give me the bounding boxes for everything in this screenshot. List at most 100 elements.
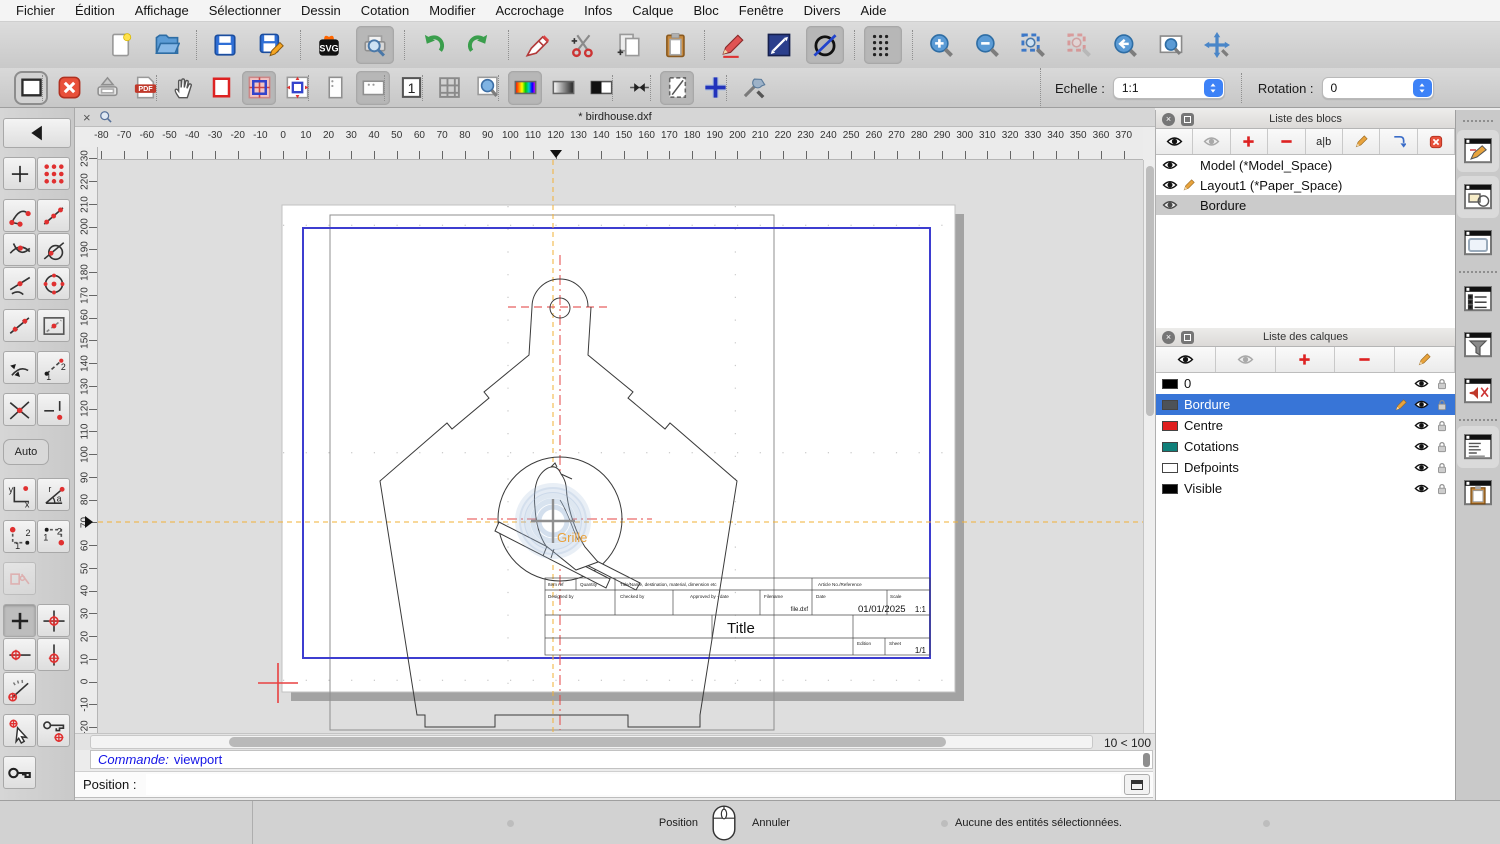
coordinates-polar-button[interactable] <box>37 478 70 511</box>
edit-pen-button[interactable] <box>704 26 752 64</box>
show-all-layers-button[interactable] <box>1156 347 1216 372</box>
restrict-vertical-button[interactable] <box>37 638 70 671</box>
layer-row[interactable]: Bordure <box>1156 394 1455 415</box>
draft-mode-button[interactable] <box>650 70 694 105</box>
add-block-button[interactable] <box>1230 129 1269 154</box>
pan-zoom-button[interactable] <box>1198 26 1236 64</box>
layer-row[interactable]: Defpoints <box>1156 457 1455 478</box>
menu-item[interactable]: Calque <box>622 0 683 22</box>
snap-perpendicular-button[interactable] <box>37 393 70 426</box>
menu-item[interactable]: Fichier <box>6 0 65 22</box>
menu-item[interactable]: Modifier <box>419 0 485 22</box>
stepper-updown-icon[interactable] <box>1412 79 1432 97</box>
layer-color-swatch[interactable] <box>1162 441 1178 452</box>
hide-all-blocks-button[interactable] <box>1193 129 1231 154</box>
lock-icon[interactable] <box>1435 398 1449 412</box>
visibility-eye-icon[interactable] <box>1162 197 1178 213</box>
remove-block-button[interactable] <box>1268 129 1306 154</box>
snap-on-entity-button[interactable] <box>37 199 70 232</box>
grayscale-mode-button[interactable] <box>546 71 580 105</box>
command-line[interactable]: Commande: viewport <box>90 750 1153 769</box>
restrict-nothing-button[interactable] <box>3 604 36 637</box>
remove-layer-button[interactable] <box>1335 347 1396 372</box>
menu-item[interactable]: Infos <box>574 0 622 22</box>
menu-item[interactable]: Édition <box>65 0 125 22</box>
layer-row[interactable]: Visible <box>1156 478 1455 499</box>
menu-item[interactable]: Affichage <box>125 0 199 22</box>
menu-item[interactable]: Cotation <box>351 0 419 22</box>
visibility-eye-icon[interactable] <box>1414 481 1429 496</box>
dock-command-mute-button[interactable] <box>1457 370 1499 412</box>
block-row[interactable]: Bordure <box>1156 195 1455 215</box>
edit-layer-button[interactable] <box>1395 347 1455 372</box>
lock-icon[interactable] <box>1435 377 1449 391</box>
layer-row[interactable]: 0 <box>1156 373 1455 394</box>
horizontal-scrollbar-thumb[interactable] <box>229 737 946 747</box>
visibility-eye-icon[interactable] <box>1414 397 1429 412</box>
layer-row[interactable]: Cotations <box>1156 436 1455 457</box>
menu-item[interactable]: Dessin <box>291 0 351 22</box>
purge-block-button[interactable] <box>1417 129 1455 154</box>
lock-relative-zero-button[interactable] <box>37 714 70 747</box>
coordinates-cartesian-button[interactable] <box>3 478 36 511</box>
visibility-eye-icon[interactable] <box>1414 460 1429 475</box>
block-row[interactable]: Model (*Model_Space) <box>1156 155 1455 175</box>
block-row[interactable]: Layout1 (*Paper_Space) <box>1156 175 1455 195</box>
layer-color-swatch[interactable] <box>1162 462 1178 473</box>
snap-reference-button[interactable] <box>37 309 70 342</box>
close-panel-icon[interactable]: × <box>1162 112 1175 126</box>
relative-zero-key-button[interactable] <box>3 756 36 789</box>
command-scrollbar-thumb[interactable] <box>1143 753 1150 767</box>
set-relative-zero-button[interactable] <box>3 714 36 747</box>
drawing-canvas[interactable]: Item ref Quantity Title/Name, destinatio… <box>98 160 1143 733</box>
menu-item[interactable]: Divers <box>794 0 851 22</box>
print-button[interactable] <box>90 71 124 105</box>
horizontal-scrollbar[interactable] <box>90 735 1093 749</box>
snap-center-button[interactable] <box>37 267 70 300</box>
lock-icon[interactable] <box>1435 461 1449 475</box>
layer-color-swatch[interactable] <box>1162 483 1178 494</box>
scale-stepper[interactable]: 1:1 <box>1112 77 1225 99</box>
copy-button[interactable] <box>610 26 648 64</box>
zoom-auto-button[interactable] <box>1014 26 1052 64</box>
snap-endpoint-button[interactable] <box>3 199 36 232</box>
show-all-blocks-button[interactable] <box>1156 129 1194 154</box>
float-panel-icon[interactable] <box>1181 330 1194 344</box>
angle-gauge-button[interactable] <box>3 672 36 705</box>
lock-icon[interactable] <box>1435 482 1449 496</box>
zoom-out-button[interactable] <box>968 26 1006 64</box>
snap-intersection-button[interactable] <box>3 393 36 426</box>
color-mode-button[interactable] <box>498 70 542 105</box>
menu-item[interactable]: Accrochage <box>485 0 574 22</box>
delete-button[interactable] <box>508 26 556 64</box>
dock-shapes-button[interactable] <box>1457 176 1499 218</box>
export-svg-button[interactable] <box>300 26 348 64</box>
layer-color-swatch[interactable] <box>1162 399 1178 410</box>
dock-entity-list-button[interactable] <box>1457 271 1499 320</box>
visibility-eye-icon[interactable] <box>1162 177 1178 193</box>
redo-button[interactable] <box>460 26 498 64</box>
page-portrait-button[interactable] <box>308 71 352 105</box>
stepper-updown-icon[interactable] <box>1203 79 1223 97</box>
close-panel-icon[interactable]: × <box>1162 330 1175 344</box>
lock-icon[interactable] <box>1435 440 1449 454</box>
cut-button[interactable] <box>564 26 602 64</box>
snap-grid-toggle-button[interactable] <box>854 26 902 64</box>
layer-color-swatch[interactable] <box>1162 378 1178 389</box>
draw-border-button[interactable] <box>204 71 238 105</box>
viewport-grid-button[interactable] <box>242 70 276 105</box>
undo-button[interactable] <box>404 26 452 64</box>
zoom-selection-button[interactable] <box>1060 26 1098 64</box>
line-tool-button[interactable] <box>760 26 798 64</box>
layer-color-swatch[interactable] <box>1162 420 1178 431</box>
corner-point-2-button[interactable] <box>37 520 70 553</box>
snap-nearest-button[interactable] <box>3 267 36 300</box>
menu-item[interactable]: Fenêtre <box>729 0 794 22</box>
snap-intersection-manual-button[interactable] <box>3 233 36 266</box>
visibility-eye-icon[interactable] <box>1414 439 1429 454</box>
visibility-eye-icon[interactable] <box>1414 418 1429 433</box>
back-button[interactable] <box>3 118 71 148</box>
menu-item[interactable]: Sélectionner <box>199 0 291 22</box>
restrict-directions-button[interactable] <box>3 351 36 384</box>
command-window-toggle-button[interactable] <box>1124 774 1150 795</box>
